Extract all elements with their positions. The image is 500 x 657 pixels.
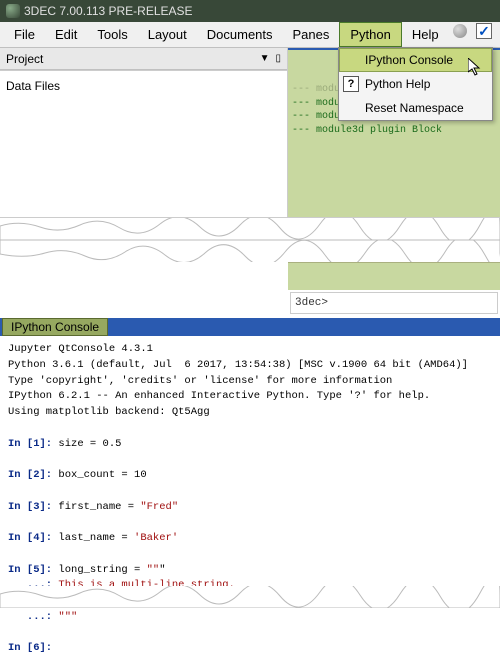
menu-item-label: Python Help <box>365 77 430 91</box>
app-logo-icon <box>6 4 20 18</box>
torn-edge-decoration <box>0 218 500 240</box>
menu-panes[interactable]: Panes <box>283 22 340 47</box>
menu-help[interactable]: Help <box>402 22 449 47</box>
help-icon: ? <box>343 76 359 92</box>
command-prompt-label: 3dec> <box>291 297 332 309</box>
command-input[interactable] <box>332 297 497 309</box>
menu-documents[interactable]: Documents <box>197 22 283 47</box>
menu-edit[interactable]: Edit <box>45 22 87 47</box>
panel-title: Project <box>6 52 43 66</box>
menu-item-label: Reset Namespace <box>365 101 464 115</box>
ipython-console-tab[interactable]: IPython Console <box>2 318 108 336</box>
tree-root-item[interactable]: Data Files <box>6 79 60 93</box>
globe-icon[interactable] <box>453 22 468 40</box>
torn-edge-decoration <box>0 586 500 608</box>
menu-layout[interactable]: Layout <box>138 22 197 47</box>
window-title: 3DEC 7.00.113 PRE-RELEASE <box>24 0 193 22</box>
torn-edge-decoration <box>0 240 500 262</box>
menu-python[interactable]: Python <box>339 22 401 47</box>
project-panel: Project ▼ ▯ Data Files <box>0 48 288 217</box>
project-tree[interactable]: Data Files <box>0 71 287 217</box>
toggle-checkbox-icon[interactable]: ✓ <box>476 22 492 40</box>
command-input-row: 3dec> <box>290 292 498 314</box>
panel-menu-icon[interactable]: ▯ <box>275 53 281 64</box>
menu-reset-namespace[interactable]: Reset Namespace <box>339 96 492 120</box>
menu-tools[interactable]: Tools <box>87 22 137 47</box>
mouse-cursor-icon <box>468 58 484 81</box>
project-panel-header: Project ▼ ▯ <box>0 48 287 70</box>
ipython-panel-header: IPython Console <box>0 318 500 336</box>
dropdown-icon[interactable]: ▼ <box>260 53 270 64</box>
menu-item-label: IPython Console <box>365 53 453 67</box>
menu-file[interactable]: File <box>4 22 45 47</box>
menubar: File Edit Tools Layout Documents Panes P… <box>0 22 500 48</box>
titlebar: 3DEC 7.00.113 PRE-RELEASE <box>0 0 500 22</box>
